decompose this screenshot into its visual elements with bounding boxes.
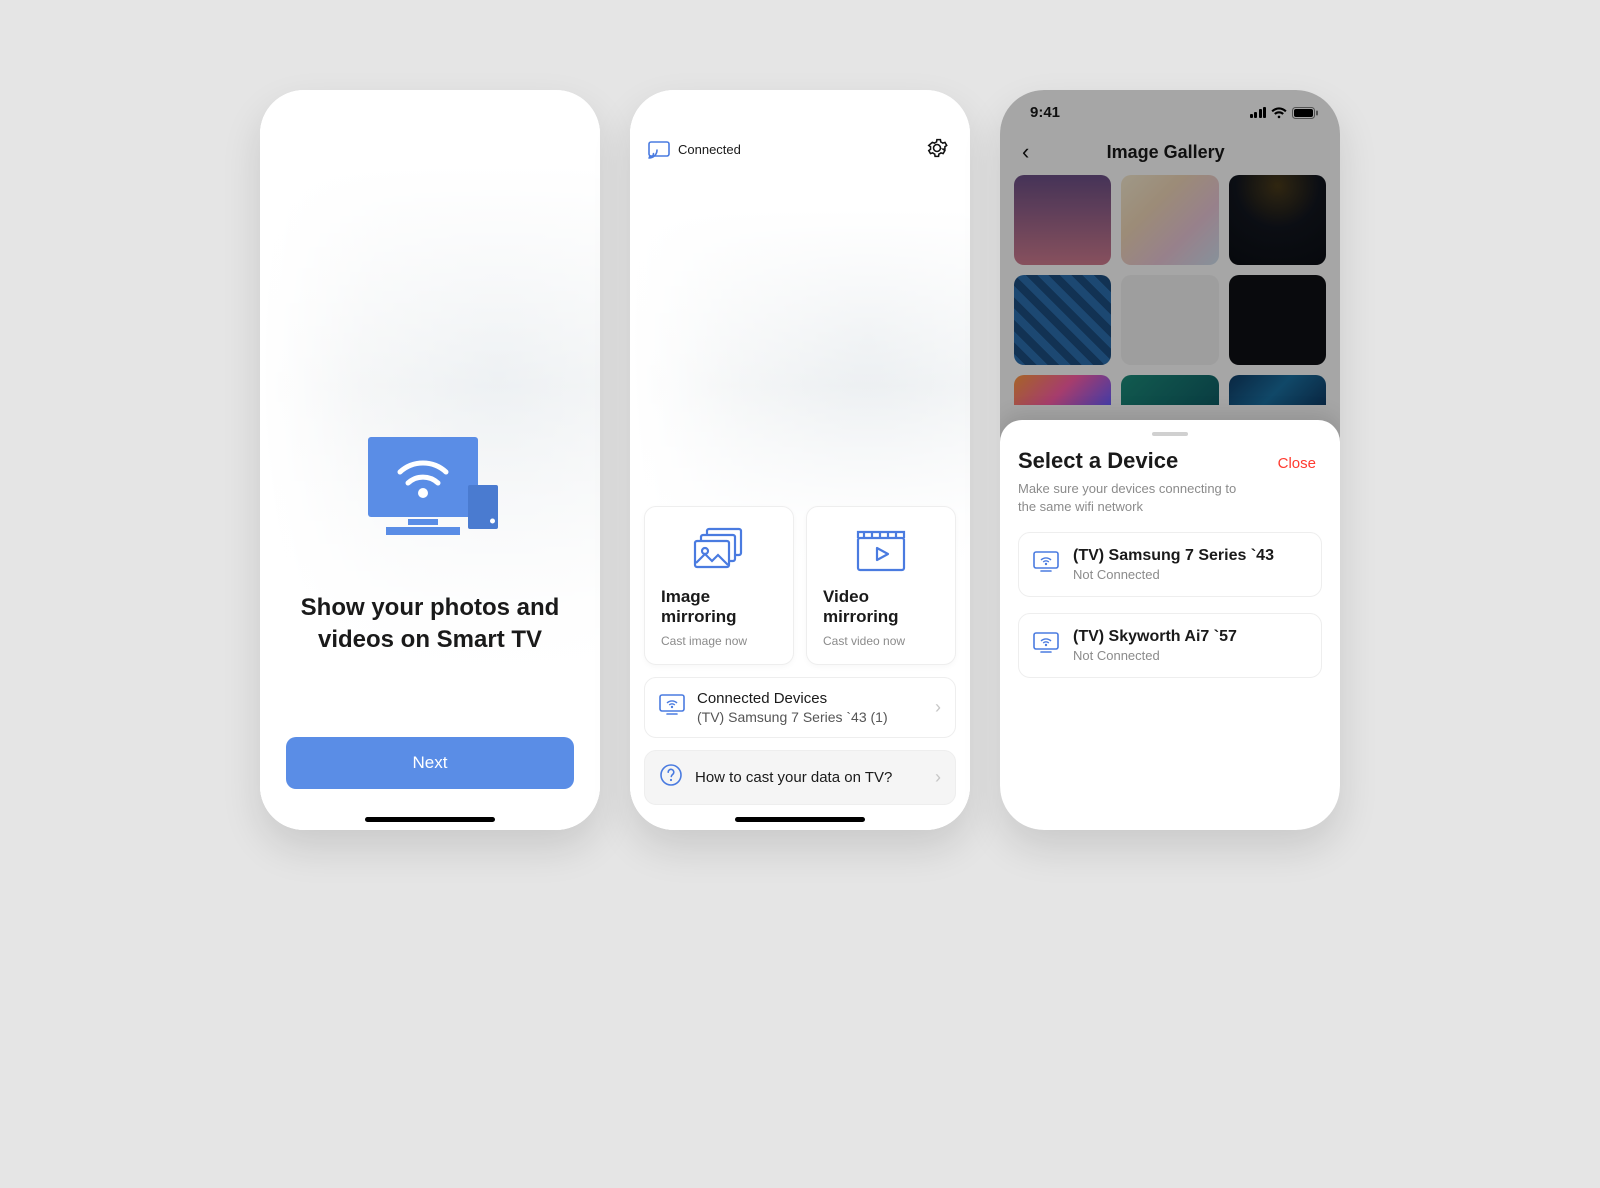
gallery-thumb[interactable] [1014, 275, 1111, 365]
images-icon [661, 525, 777, 575]
device-row[interactable]: (TV) Samsung 7 Series `43 Not Connected [1018, 532, 1322, 597]
page-title: Image Gallery [1033, 142, 1298, 163]
howto-row[interactable]: How to cast your data on TV? › [644, 750, 956, 805]
back-button[interactable]: ‹ [1018, 139, 1033, 165]
gallery-thumb[interactable] [1121, 175, 1218, 265]
tv-wifi-icon [350, 427, 510, 562]
home-indicator [365, 817, 495, 822]
gallery-thumb[interactable] [1229, 275, 1326, 365]
device-status: Not Connected [1073, 648, 1237, 663]
device-name: (TV) Samsung 7 Series `43 [1073, 547, 1274, 565]
list-title: How to cast your data on TV? [695, 769, 923, 786]
status-bar: 9:41 [1000, 90, 1340, 127]
device-name: (TV) Skyworth Ai7 `57 [1073, 628, 1237, 646]
card-title: Image mirroring [661, 587, 777, 628]
sheet-hint: Make sure your devices connecting to the… [1018, 480, 1238, 516]
card-subtitle: Cast image now [661, 634, 777, 648]
gallery-thumb[interactable] [1121, 275, 1218, 365]
gallery-thumb[interactable] [1229, 375, 1326, 405]
onboarding-title: Show your photos and videos on Smart TV [286, 592, 574, 657]
device-status: Not Connected [1073, 567, 1274, 582]
image-gallery-grid [1000, 165, 1340, 415]
device-row[interactable]: (TV) Skyworth Ai7 `57 Not Connected [1018, 613, 1322, 678]
gallery-thumb[interactable] [1229, 175, 1326, 265]
list-title: Connected Devices [697, 690, 923, 707]
signal-icon [1250, 107, 1267, 118]
tv-icon [1033, 551, 1059, 578]
card-subtitle: Cast video now [823, 634, 939, 648]
card-title: Video mirroring [823, 587, 939, 628]
list-subtitle: (TV) Samsung 7 Series `43 (1) [697, 709, 923, 725]
next-button[interactable]: Next [286, 737, 574, 789]
status-time: 9:41 [1030, 104, 1060, 121]
phone-home: 9:41 Connected [630, 90, 970, 830]
gear-icon [926, 147, 948, 162]
tv-icon [659, 694, 685, 721]
battery-icon [1292, 107, 1318, 119]
gallery-thumb[interactable] [1014, 175, 1111, 265]
video-mirroring-card[interactable]: Video mirroring Cast video now [806, 506, 956, 665]
connected-label: Connected [678, 142, 741, 157]
tv-icon [1033, 632, 1059, 659]
sheet-title: Select a Device [1018, 448, 1178, 474]
gallery-thumb[interactable] [1014, 375, 1111, 405]
sheet-grabber[interactable] [1152, 432, 1188, 436]
chevron-right-icon: › [935, 767, 941, 788]
settings-button[interactable] [922, 133, 952, 166]
video-icon [823, 525, 939, 575]
image-mirroring-card[interactable]: Image mirroring Cast image now [644, 506, 794, 665]
home-indicator [735, 817, 865, 822]
cast-icon [648, 141, 670, 159]
chevron-right-icon: › [935, 697, 941, 718]
close-button[interactable]: Close [1272, 454, 1322, 473]
chevron-left-icon: ‹ [1022, 139, 1029, 164]
wifi-icon [1271, 107, 1287, 119]
help-icon [659, 763, 683, 792]
connected-devices-row[interactable]: Connected Devices (TV) Samsung 7 Series … [644, 677, 956, 738]
phone-onboarding: 9:41 [260, 90, 600, 830]
device-select-sheet: Select a Device Close Make sure your dev… [1000, 420, 1340, 830]
gallery-thumb[interactable] [1121, 375, 1218, 405]
phone-gallery: 9:41 ‹ Image Gallery [1000, 90, 1340, 830]
